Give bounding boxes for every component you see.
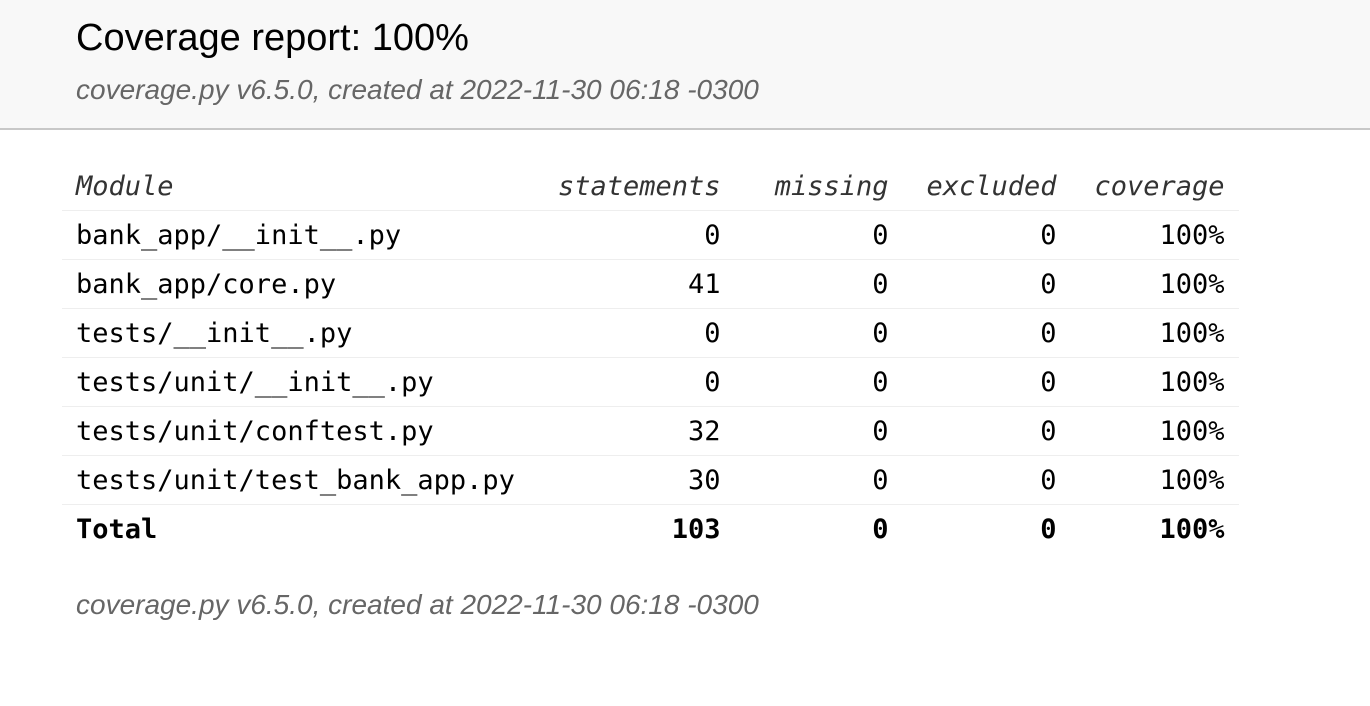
module-link[interactable]: tests/unit/test_bank_app.py (62, 455, 544, 505)
column-header-missing[interactable]: missing (734, 162, 903, 211)
coverage-table: Module statements missing excluded cover… (62, 162, 1239, 553)
table-row: tests/unit/conftest.py 32 0 0 100% (62, 406, 1239, 456)
coverage-cell: 100% (1070, 308, 1239, 358)
excluded-cell: 0 (902, 210, 1071, 260)
coverage-cell: 100% (1070, 406, 1239, 456)
column-header-coverage[interactable]: coverage (1070, 162, 1239, 211)
page-title: Coverage report: 100% (76, 17, 469, 59)
table-row: tests/unit/__init__.py 0 0 0 100% (62, 357, 1239, 407)
missing-cell: 0 (734, 259, 903, 309)
table-row: tests/__init__.py 0 0 0 100% (62, 308, 1239, 358)
excluded-cell: 0 (902, 357, 1071, 407)
column-header-excluded[interactable]: excluded (902, 162, 1071, 211)
total-coverage: 100% (1159, 513, 1225, 545)
missing-cell: 0 (734, 406, 903, 456)
excluded-cell: 0 (902, 406, 1071, 456)
table-header-row: Module statements missing excluded cover… (62, 162, 1239, 211)
header-meta: coverage.py v6.5.0, created at 2022-11-3… (76, 74, 759, 105)
total-label: Total (76, 513, 158, 545)
excluded-cell: 0 (902, 259, 1071, 309)
column-header-statements[interactable]: statements (544, 162, 735, 211)
missing-cell: 0 (734, 308, 903, 358)
table-row: bank_app/__init__.py 0 0 0 100% (62, 210, 1239, 260)
total-missing: 0 (872, 513, 889, 545)
excluded-cell: 0 (902, 455, 1071, 505)
coverage-cell: 100% (1070, 210, 1239, 260)
column-header-module[interactable]: Module (62, 162, 544, 211)
module-link[interactable]: tests/unit/__init__.py (62, 357, 544, 407)
statements-cell: 0 (544, 357, 735, 407)
missing-cell: 0 (734, 357, 903, 407)
statements-cell: 0 (544, 210, 735, 260)
module-link[interactable]: tests/unit/conftest.py (62, 406, 544, 456)
table-row: tests/unit/test_bank_app.py 30 0 0 100% (62, 455, 1239, 505)
module-link[interactable]: bank_app/core.py (62, 259, 544, 309)
table-row: bank_app/core.py 41 0 0 100% (62, 259, 1239, 309)
coverage-cell: 100% (1070, 259, 1239, 309)
statements-cell: 32 (544, 406, 735, 456)
footer-meta: coverage.py v6.5.0, created at 2022-11-3… (76, 589, 759, 620)
coverage-cell: 100% (1070, 455, 1239, 505)
statements-cell: 30 (544, 455, 735, 505)
statements-cell: 0 (544, 308, 735, 358)
excluded-cell: 0 (902, 308, 1071, 358)
report-header: Coverage report: 100% coverage.py v6.5.0… (0, 0, 1370, 130)
total-statements: 103 (671, 513, 721, 545)
missing-cell: 0 (734, 210, 903, 260)
total-excluded: 0 (1040, 513, 1057, 545)
coverage-cell: 100% (1070, 357, 1239, 407)
module-link[interactable]: bank_app/__init__.py (62, 210, 544, 260)
missing-cell: 0 (734, 455, 903, 505)
total-row: Total 103 0 0 100% (62, 505, 1239, 554)
statements-cell: 41 (544, 259, 735, 309)
module-link[interactable]: tests/__init__.py (62, 308, 544, 358)
